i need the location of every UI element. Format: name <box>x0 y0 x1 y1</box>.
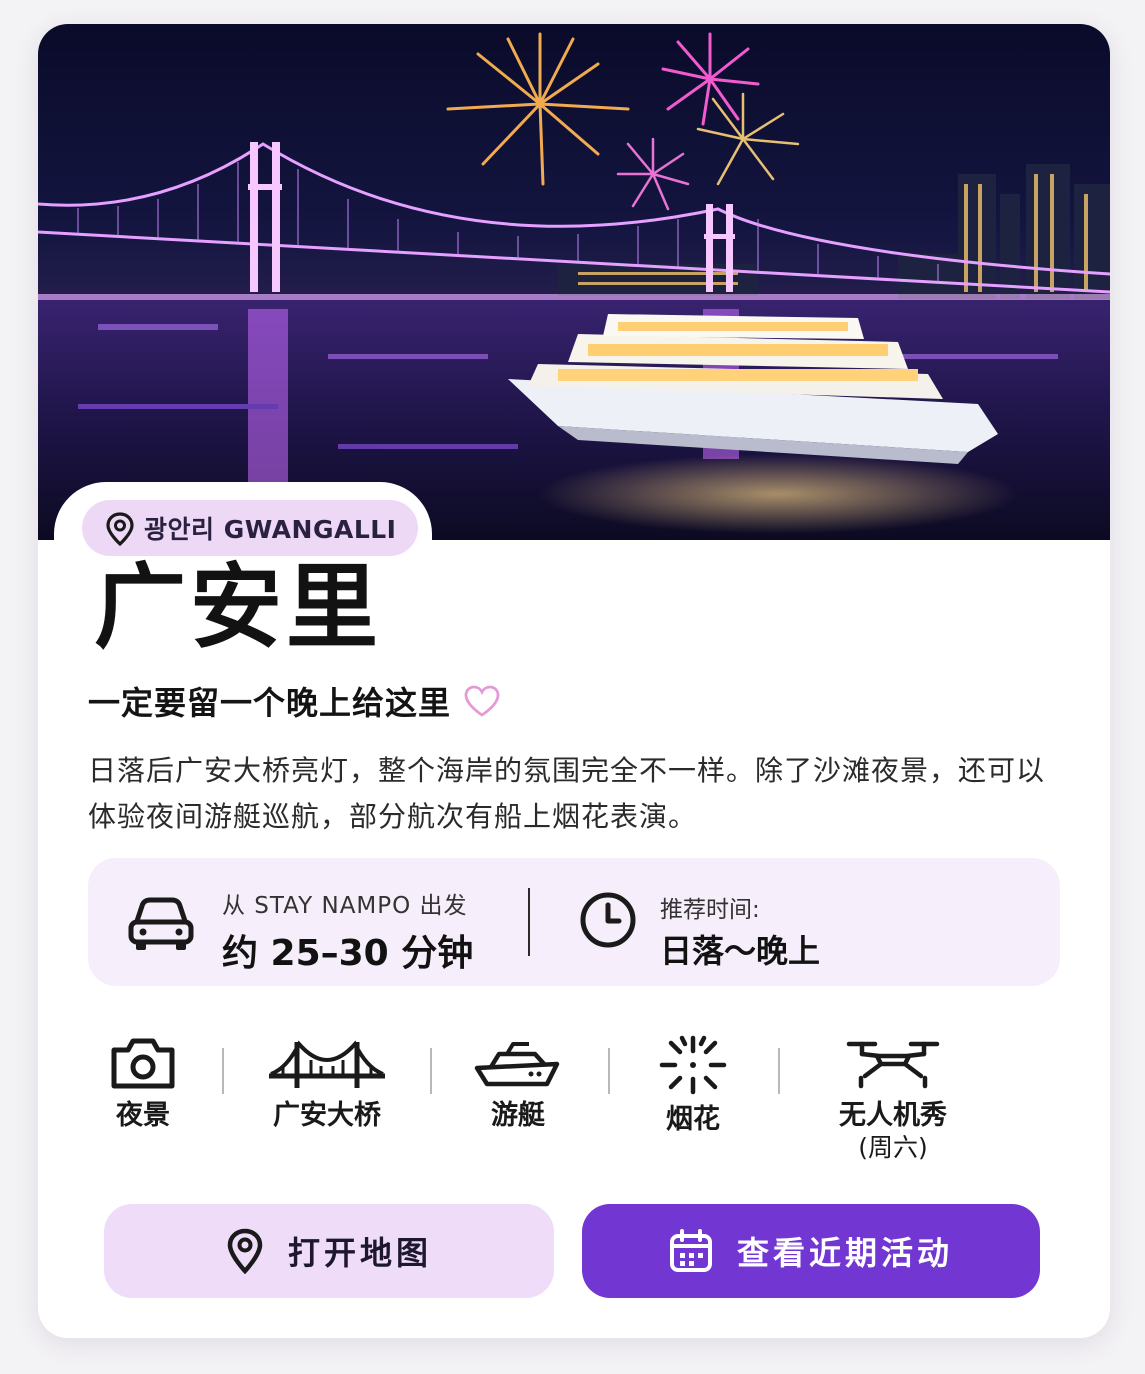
travel-info-box: 从 STAY NAMPO 出发 约 25–30 分钟 推荐时间: 日落～晚上 <box>88 858 1060 986</box>
feature-label: 广安大桥 <box>273 1100 381 1131</box>
feature-divider <box>608 1048 610 1094</box>
departure-label: 从 STAY NAMPO 出发 <box>222 893 468 919</box>
feature-label: 烟花 <box>666 1104 720 1135</box>
recommended-time-value: 日落～晚上 <box>660 932 821 970</box>
car-icon <box>128 897 194 950</box>
view-events-label: 查看近期活动 <box>736 1234 953 1272</box>
yacht-icon <box>474 1042 560 1087</box>
subtitle-text: 一定要留一个晚上给这里 <box>88 684 452 722</box>
open-map-label: 打开地图 <box>287 1234 432 1272</box>
map-pin-icon <box>227 1228 263 1274</box>
feature-divider <box>222 1048 224 1094</box>
feature-bridge: 广安大桥 <box>252 1034 402 1132</box>
description: 日落后广安大桥亮灯，整个海岸的氛围完全不一样。除了沙滩夜景，还可以体验夜间游艇巡… <box>88 754 1046 833</box>
feature-night-view: 夜景 <box>78 1034 208 1132</box>
subtitle: 一定要留一个晚上给这里 <box>88 678 501 724</box>
feature-label: 无人机秀 <box>839 1100 947 1131</box>
fireworks-icon <box>659 1035 727 1095</box>
destination-card: 광안리 GWANGALLI 广安里 一定要留一个晚上给这里 日落后广安大桥亮灯，… <box>38 24 1110 1338</box>
feature-label: 游艇 <box>491 1100 545 1131</box>
travel-duration: 约 25–30 分钟 <box>222 933 474 974</box>
page-title: 广安里 <box>94 554 383 661</box>
calendar-icon <box>669 1229 712 1272</box>
feature-label: 夜景 <box>116 1100 170 1131</box>
hero-image <box>38 24 1110 540</box>
bridge-icon <box>269 1040 385 1088</box>
feature-sublabel: (周六) <box>858 1133 928 1162</box>
feature-divider <box>778 1048 780 1094</box>
camera-icon <box>111 1038 175 1089</box>
feature-fireworks: 烟花 <box>638 1034 748 1136</box>
drone-icon <box>846 1041 940 1089</box>
open-map-button[interactable]: 打开地图 <box>104 1204 554 1298</box>
clock-icon <box>580 892 636 948</box>
location-pill: 광안리 GWANGALLI <box>82 500 419 556</box>
gwangalli-night-illustration <box>38 24 1110 540</box>
feature-divider <box>430 1048 432 1094</box>
view-events-button[interactable]: 查看近期活动 <box>582 1204 1040 1298</box>
recommended-time-label: 推荐时间: <box>660 897 760 923</box>
location-tag-label: 광안리 GWANGALLI <box>144 515 397 544</box>
info-divider <box>528 888 530 956</box>
heart-icon[interactable] <box>463 684 501 718</box>
feature-yacht: 游艇 <box>458 1034 578 1132</box>
location-pin-icon <box>106 512 134 546</box>
feature-drone-show: 无人机秀 (周六) <box>818 1034 968 1164</box>
